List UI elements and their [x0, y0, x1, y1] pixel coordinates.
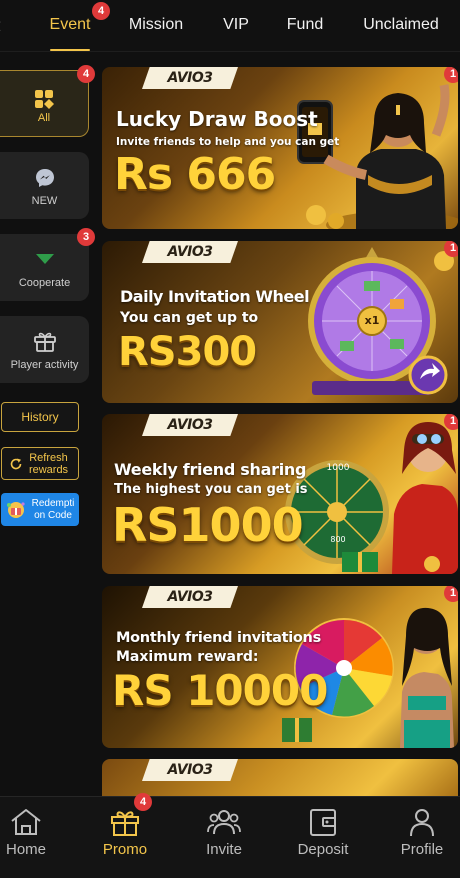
- person-icon: [410, 809, 434, 837]
- brand-logo: AVIO3: [167, 417, 213, 433]
- banner-badge: 1: [444, 67, 458, 83]
- wheel-and-pilot-illustration: [285, 422, 458, 574]
- tab-unclaimed-label: Unclaimed: [363, 16, 439, 33]
- hostess-illustration: [297, 84, 458, 229]
- nav-deposit[interactable]: Deposit: [277, 797, 369, 878]
- grid-icon: [35, 90, 54, 109]
- promo-banner-monthly-invitations[interactable]: AVIO3 Monthly friend invitations Maximum…: [102, 586, 458, 748]
- history-button[interactable]: History: [1, 402, 79, 432]
- messenger-icon: [35, 169, 54, 187]
- banner-subtitle: Invite friends to help and you can get: [116, 136, 340, 148]
- sidebar-item-new[interactable]: NEW: [0, 152, 89, 219]
- nav-deposit-label: Deposit: [297, 841, 349, 858]
- sidebar-item-cooperate[interactable]: Cooperate 3: [0, 228, 95, 301]
- tab-mission[interactable]: Mission: [124, 0, 188, 52]
- gift-icon: [33, 332, 56, 352]
- users-icon: [207, 810, 241, 835]
- brand-logo: AVIO3: [167, 244, 213, 260]
- history-label: History: [21, 410, 59, 424]
- tab-unclaimed[interactable]: Unclaimed: [358, 0, 444, 52]
- arrow-down-icon: [35, 254, 54, 264]
- nav-invite-label: Invite: [206, 841, 242, 858]
- nav-invite[interactable]: Invite: [178, 797, 270, 878]
- banner-subtitle: The highest you can get is: [114, 482, 308, 497]
- refresh-rewards-button[interactable]: Refresh rewards: [1, 447, 79, 480]
- banner-amount: Rs 666: [114, 149, 276, 200]
- back-arrow-icon[interactable]: ‹: [0, 10, 8, 40]
- tab-event-label: Event: [49, 16, 91, 33]
- tab-active-indicator: [50, 49, 90, 51]
- redemption-code-label: Redempti on Code: [31, 497, 75, 521]
- promo-banner-weekly-sharing[interactable]: AVIO3 1000 800 Weekly friend sharing The…: [102, 414, 458, 574]
- nav-promo[interactable]: Promo 4: [79, 793, 171, 878]
- tab-vip-label: VIP: [223, 16, 249, 33]
- brand-logo: AVIO3: [167, 70, 213, 86]
- sidebar-all-badge: 4: [77, 65, 95, 83]
- redeem-gift-icon: [7, 501, 25, 518]
- promo-banner-lucky-draw[interactable]: AVIO3 Lucky Draw Boost Invite friends to…: [102, 67, 458, 229]
- nav-home-label: Home: [5, 841, 46, 858]
- banner-title: Daily Invitation Wheel: [120, 287, 310, 306]
- banner-badge: 1: [444, 241, 458, 257]
- sidebar-item-label: Cooperate: [18, 277, 71, 289]
- gift-icon: [111, 811, 139, 836]
- wheel-top-label: 1000: [326, 463, 350, 473]
- nav-home[interactable]: Home: [0, 797, 72, 878]
- wheel-bottom-label: 800: [330, 535, 346, 544]
- nav-profile-label: Profile: [400, 841, 444, 858]
- home-icon: [11, 809, 41, 835]
- banner-amount: RS1000: [112, 498, 304, 552]
- tab-fund[interactable]: Fund: [282, 0, 328, 52]
- tab-mission-label: Mission: [128, 16, 184, 33]
- banner-amount: RS300: [118, 329, 257, 375]
- promo-banner-daily-wheel[interactable]: AVIO3 x1 Daily Invitation Wheel You can …: [102, 241, 458, 403]
- wallet-icon: [310, 809, 336, 836]
- banner-title: Monthly friend invitations: [116, 630, 321, 646]
- tab-fund-label: Fund: [286, 16, 324, 33]
- banner-subtitle: You can get up to: [120, 310, 259, 326]
- sidebar-item-label: NEW: [31, 195, 58, 207]
- redemption-code-button[interactable]: Redempti on Code: [1, 493, 79, 526]
- tab-event[interactable]: Event 4: [44, 0, 110, 52]
- top-tab-bar: ‹ Event 4 Mission VIP Fund Unclaimed: [0, 0, 460, 52]
- sidebar-item-label: All: [37, 112, 51, 124]
- banner-badge: 1: [444, 586, 458, 602]
- wheel-center-label: x1: [364, 314, 380, 327]
- refresh-rewards-label: Refresh rewards: [28, 451, 69, 476]
- sidebar-item-player-activity[interactable]: Player activity: [0, 316, 89, 383]
- banner-title: Lucky Draw Boost: [116, 107, 318, 131]
- banner-badge: 1: [444, 414, 458, 430]
- banner-title: Weekly friend sharing: [114, 460, 307, 479]
- nav-profile[interactable]: Profile: [376, 797, 460, 878]
- banner-subtitle: Maximum reward:: [116, 649, 259, 665]
- brand-logo: AVIO3: [167, 762, 213, 778]
- nav-promo-badge: 4: [134, 793, 152, 811]
- tab-vip[interactable]: VIP: [216, 0, 256, 52]
- sidebar-cooperate-badge: 3: [77, 228, 95, 246]
- sidebar-item-label: Player activity: [10, 359, 79, 371]
- bottom-navigation: Home Promo 4 Invite Deposit Profile: [0, 793, 460, 878]
- refresh-icon: [10, 458, 21, 469]
- sidebar-item-all[interactable]: All 4: [0, 65, 95, 137]
- brand-logo: AVIO3: [167, 589, 213, 605]
- nav-promo-label: Promo: [102, 841, 148, 858]
- banner-amount: RS 10000: [112, 666, 328, 715]
- tab-event-badge: 4: [92, 2, 110, 20]
